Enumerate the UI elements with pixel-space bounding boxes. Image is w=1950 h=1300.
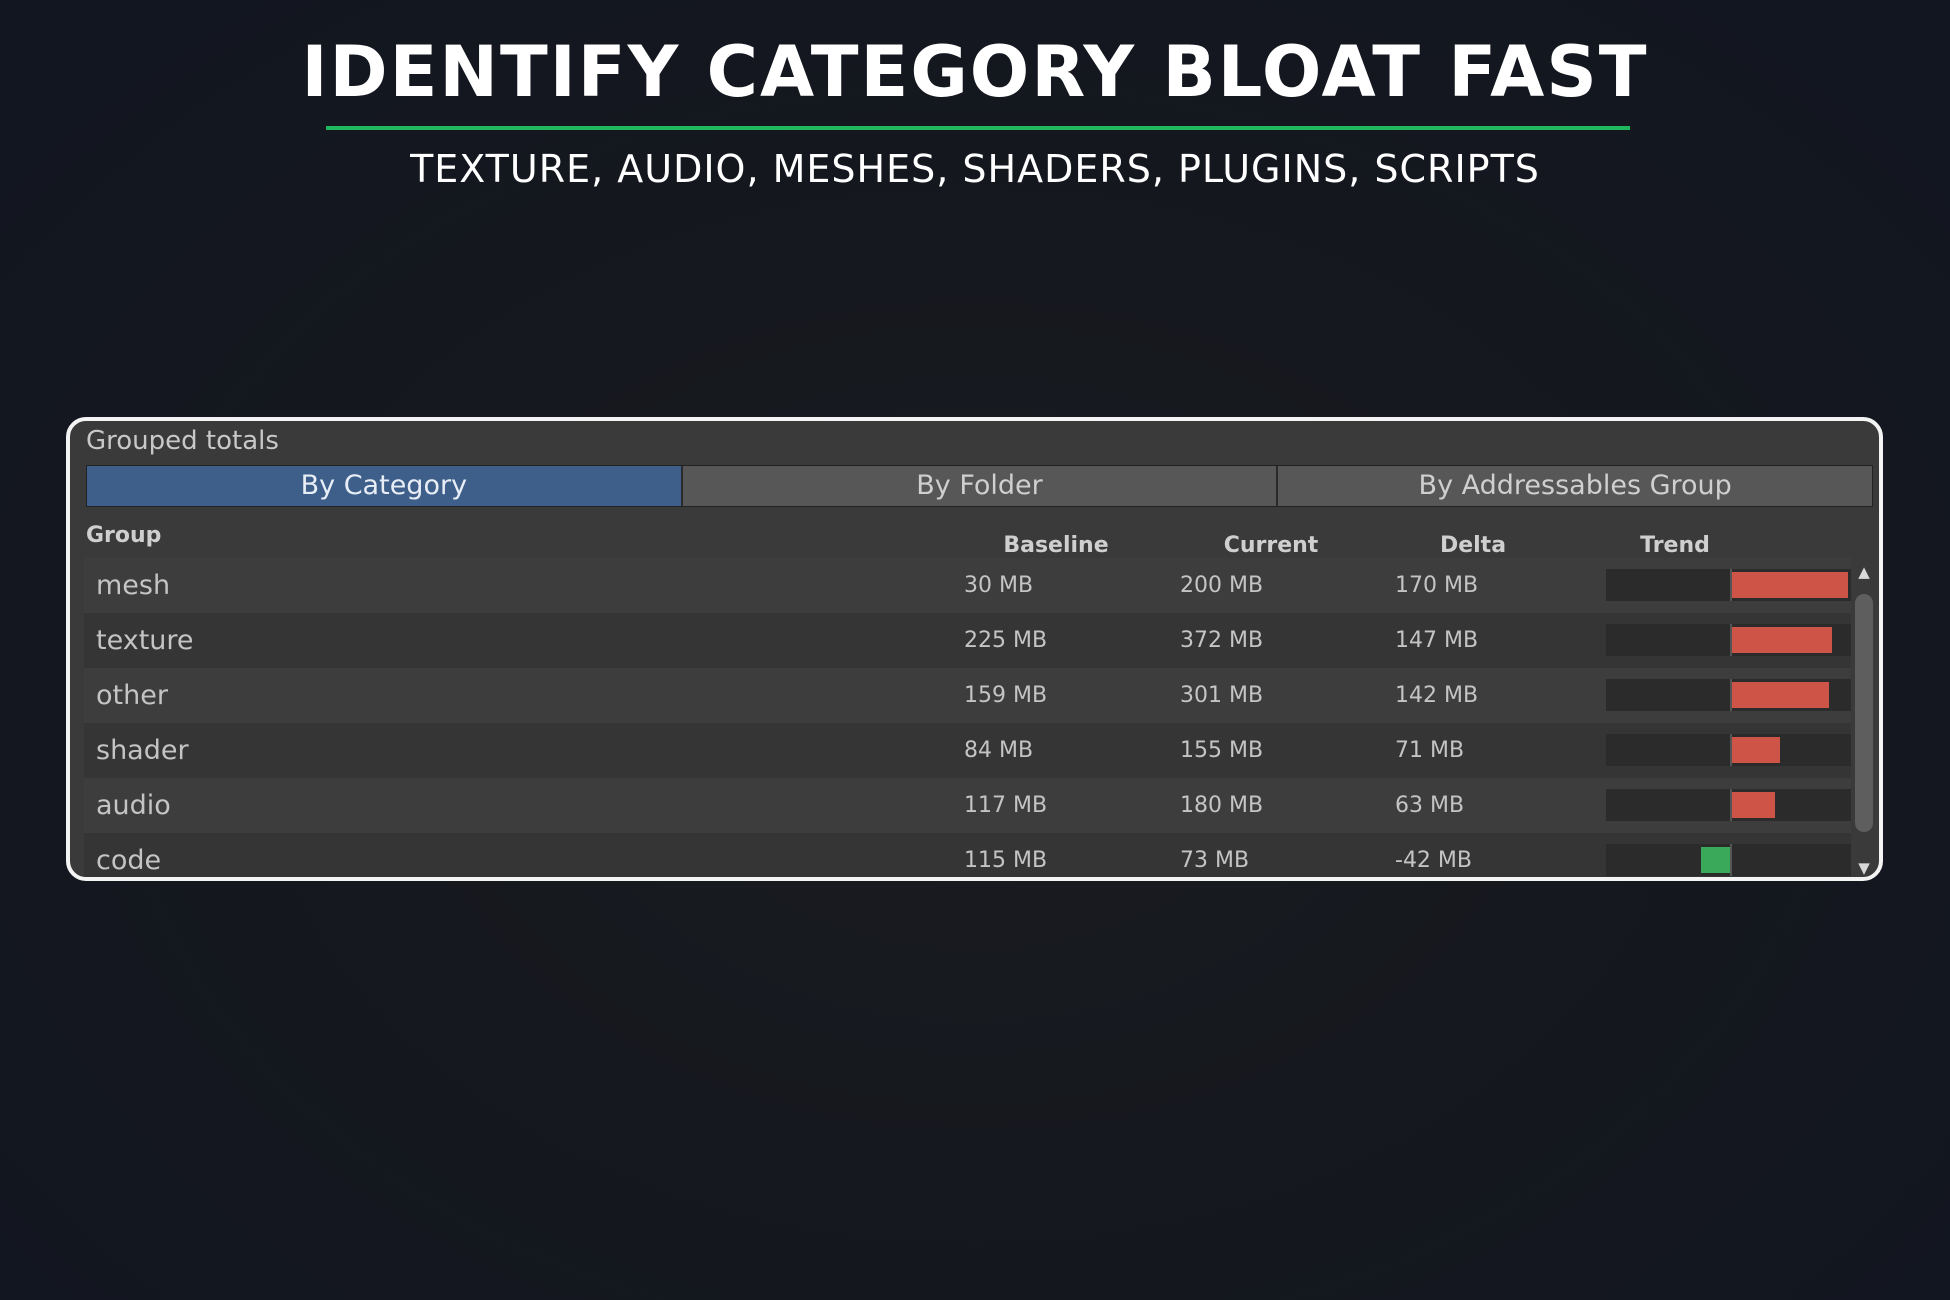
column-header-baseline[interactable]: Baseline [981, 531, 1131, 561]
cell-current: 372 MB [1180, 628, 1264, 653]
trend-cell [1606, 624, 1851, 656]
cell-current: 73 MB [1180, 848, 1250, 873]
cell-baseline: 225 MB [964, 628, 1048, 653]
grouped-totals-panel: Grouped totals By Category By Folder By … [66, 417, 1883, 881]
table-row[interactable]: mesh 30 MB 200 MB 170 MB [84, 558, 1851, 613]
cell-delta: 63 MB [1395, 793, 1465, 818]
cell-group: code [96, 845, 162, 876]
cell-current: 155 MB [1180, 738, 1264, 763]
table-body: mesh 30 MB 200 MB 170 MB texture 225 MB … [84, 558, 1851, 877]
table-row[interactable]: audio 117 MB 180 MB 63 MB [84, 778, 1851, 833]
tab-by-addressables-group[interactable]: By Addressables Group [1278, 466, 1873, 506]
cell-group: texture [96, 625, 194, 656]
table-row[interactable]: texture 225 MB 372 MB 147 MB [84, 613, 1851, 668]
cell-group: audio [96, 790, 171, 821]
cell-group: mesh [96, 570, 171, 601]
hero-title: IDENTIFY CATEGORY BLOAT FAST [301, 31, 1649, 113]
cell-group: other [96, 680, 168, 711]
tab-by-category[interactable]: By Category [87, 466, 683, 506]
trend-cell [1606, 734, 1851, 766]
trend-cell [1606, 569, 1851, 601]
grouping-tabs: By Category By Folder By Addressables Gr… [86, 465, 1873, 507]
triangle-down-icon[interactable]: ▼ [1852, 858, 1876, 877]
trend-bar [1732, 682, 1829, 708]
cell-current: 301 MB [1180, 683, 1264, 708]
trend-bar [1732, 792, 1775, 818]
trend-cell [1606, 679, 1851, 711]
trend-cell [1606, 844, 1851, 876]
table-row[interactable]: other 159 MB 301 MB 142 MB [84, 668, 1851, 723]
trend-bar [1701, 847, 1730, 873]
table-row[interactable]: code 115 MB 73 MB -42 MB [84, 833, 1851, 877]
table-header: Group Baseline Current Delta Trend [70, 513, 1879, 563]
table-row[interactable]: shader 84 MB 155 MB 71 MB [84, 723, 1851, 778]
cell-baseline: 84 MB [964, 738, 1034, 763]
cell-delta: 147 MB [1395, 628, 1479, 653]
column-header-current[interactable]: Current [1196, 531, 1346, 561]
cell-group: shader [96, 735, 189, 766]
trend-cell [1606, 789, 1851, 821]
hero-subtitle: TEXTURE, AUDIO, MESHES, SHADERS, PLUGINS… [410, 147, 1540, 191]
column-header-trend[interactable]: Trend [1620, 531, 1730, 561]
column-header-delta[interactable]: Delta [1398, 531, 1548, 561]
hero-divider [326, 126, 1630, 130]
panel-title: Grouped totals [86, 426, 279, 456]
tab-by-folder[interactable]: By Folder [682, 466, 1279, 506]
cell-delta: 142 MB [1395, 683, 1479, 708]
vertical-scrollbar[interactable]: ▲ ▼ [1852, 558, 1876, 877]
cell-baseline: 159 MB [964, 683, 1048, 708]
cell-delta: 71 MB [1395, 738, 1465, 763]
trend-bar [1732, 737, 1780, 763]
cell-baseline: 117 MB [964, 793, 1048, 818]
cell-baseline: 30 MB [964, 573, 1034, 598]
cell-delta: -42 MB [1395, 848, 1472, 873]
cell-delta: 170 MB [1395, 573, 1479, 598]
triangle-up-icon[interactable]: ▲ [1852, 562, 1876, 582]
cell-baseline: 115 MB [964, 848, 1048, 873]
trend-bar [1732, 627, 1832, 653]
cell-current: 180 MB [1180, 793, 1264, 818]
trend-zero-axis [1730, 844, 1732, 876]
column-header-group[interactable]: Group [86, 521, 161, 551]
cell-current: 200 MB [1180, 573, 1264, 598]
scrollbar-thumb[interactable] [1855, 594, 1873, 832]
trend-bar [1732, 572, 1848, 598]
